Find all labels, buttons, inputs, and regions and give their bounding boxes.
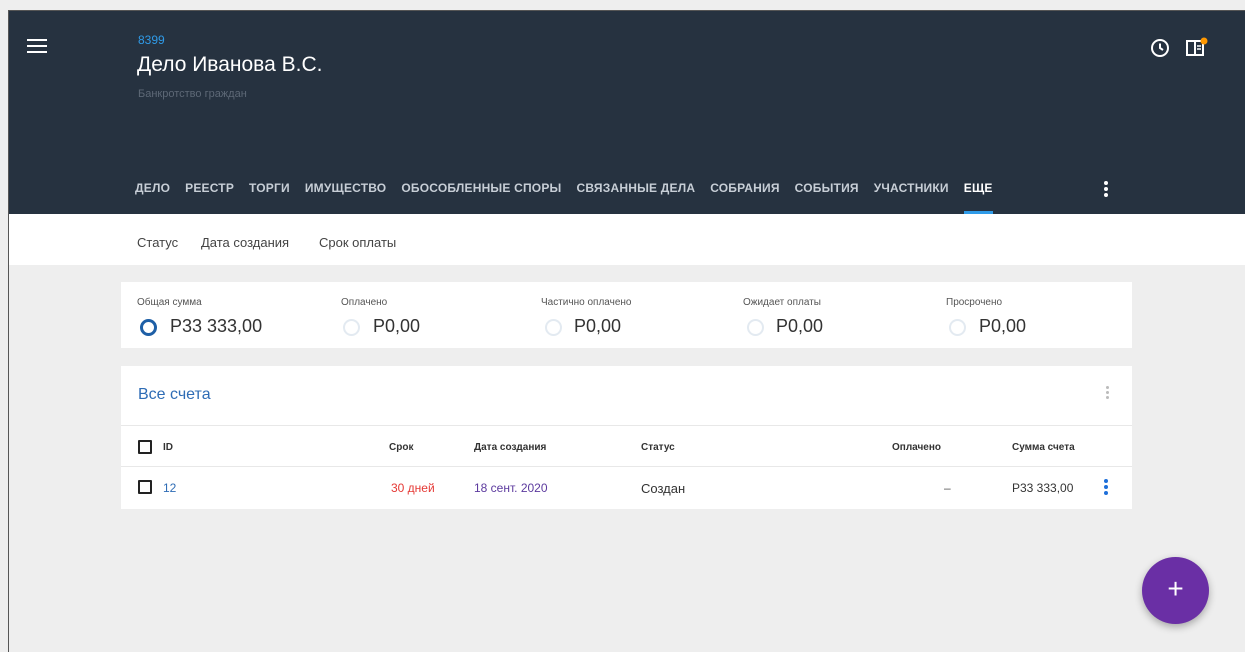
table-row[interactable]: 12 30 дней 18 сент. 2020 Создан – Р33 33… (121, 467, 1132, 508)
invoices-card: Все счета ID Срок Дата создания Статус О… (121, 366, 1132, 509)
filter-payment-term[interactable]: Срок оплаты (319, 235, 396, 250)
summary-partial-label: Частично оплачено (541, 297, 632, 308)
invoice-created: 18 сент. 2020 (474, 481, 548, 495)
tab-auctions[interactable]: ТОРГИ (249, 181, 290, 214)
column-paid[interactable]: Оплачено (892, 442, 941, 453)
row-checkbox[interactable] (138, 480, 152, 494)
column-id[interactable]: ID (163, 442, 173, 453)
row-more-vertical-icon[interactable] (1103, 479, 1109, 497)
summary-overdue-value: Р0,00 (979, 316, 1027, 336)
table-header: ID Срок Дата создания Статус Оплачено Су… (121, 425, 1132, 467)
tab-registry[interactable]: РЕЕСТР (185, 181, 234, 214)
filter-status[interactable]: Статус (137, 235, 178, 250)
summary-total-value: Р33 333,00 (170, 316, 263, 336)
tab-participants[interactable]: УЧАСТНИКИ (874, 181, 949, 214)
add-invoice-button[interactable]: + (1142, 557, 1209, 624)
filter-bar: Статус Дата создания Срок оплаты (9, 214, 1245, 265)
summary-overdue-label: Просрочено (946, 297, 1003, 308)
ring-icon (343, 319, 360, 336)
ring-icon (140, 319, 157, 336)
invoice-status: Создан (641, 481, 686, 496)
tab-case[interactable]: ДЕЛО (135, 181, 170, 214)
ring-icon (949, 319, 966, 336)
case-title: Дело Иванова В.С. (137, 53, 323, 76)
summary-total[interactable]: Общая сумма Р33 333,00 (137, 297, 262, 336)
ring-icon (545, 319, 562, 336)
case-id: 8399 (138, 33, 165, 47)
tab-property[interactable]: ИМУЩЕСТВО (305, 181, 387, 214)
menu-icon[interactable] (27, 39, 47, 55)
panel-notification-icon[interactable] (1185, 37, 1208, 59)
invoice-id-link[interactable]: 12 (163, 481, 176, 495)
clock-icon[interactable] (1149, 37, 1171, 59)
case-subtitle: Банкротство граждан (138, 88, 247, 100)
case-header: 8399 Дело Иванова В.С. Банкротство гражд… (9, 11, 1245, 214)
invoice-summary: Общая сумма Р33 333,00 Оплачено Р0,00 Ча… (121, 282, 1132, 348)
tabs-more-vertical-icon[interactable] (1101, 181, 1111, 201)
summary-paid[interactable]: Оплачено Р0,00 (341, 297, 420, 336)
tab-events[interactable]: СОБЫТИЯ (795, 181, 859, 214)
tab-separate-disputes[interactable]: ОБОСОБЛЕННЫЕ СПОРЫ (401, 181, 561, 214)
tab-meetings[interactable]: СОБРАНИЯ (710, 181, 779, 214)
summary-overdue[interactable]: Просрочено Р0,00 (946, 297, 1026, 336)
column-created[interactable]: Дата создания (474, 442, 546, 453)
summary-partial-value: Р0,00 (574, 316, 622, 336)
column-status[interactable]: Статус (641, 442, 675, 453)
summary-pending[interactable]: Ожидает оплаты Р0,00 (743, 297, 823, 336)
select-all-checkbox[interactable] (138, 440, 152, 454)
summary-partial[interactable]: Частично оплачено Р0,00 (541, 297, 632, 336)
invoice-term: 30 дней (391, 481, 435, 495)
app-frame: 8399 Дело Иванова В.С. Банкротство гражд… (8, 10, 1245, 652)
ring-icon (747, 319, 764, 336)
summary-paid-label: Оплачено (341, 297, 388, 308)
invoices-title: Все счета (138, 386, 211, 403)
more-vertical-icon[interactable] (1104, 386, 1110, 406)
invoice-paid: – (944, 481, 951, 495)
case-tabs: ДЕЛО РЕЕСТР ТОРГИ ИМУЩЕСТВО ОБОСОБЛЕННЫЕ… (135, 181, 1008, 214)
column-amount[interactable]: Сумма счета (1012, 442, 1075, 453)
invoice-amount: Р33 333,00 (1012, 481, 1074, 495)
summary-total-label: Общая сумма (137, 297, 202, 308)
summary-pending-value: Р0,00 (776, 316, 824, 336)
summary-paid-value: Р0,00 (373, 316, 421, 336)
tab-related-cases[interactable]: СВЯЗАННЫЕ ДЕЛА (577, 181, 696, 214)
column-term[interactable]: Срок (389, 442, 413, 453)
summary-pending-label: Ожидает оплаты (743, 297, 821, 308)
filter-created-date[interactable]: Дата создания (201, 235, 289, 250)
tab-more[interactable]: ЕЩЕ (963, 181, 993, 214)
